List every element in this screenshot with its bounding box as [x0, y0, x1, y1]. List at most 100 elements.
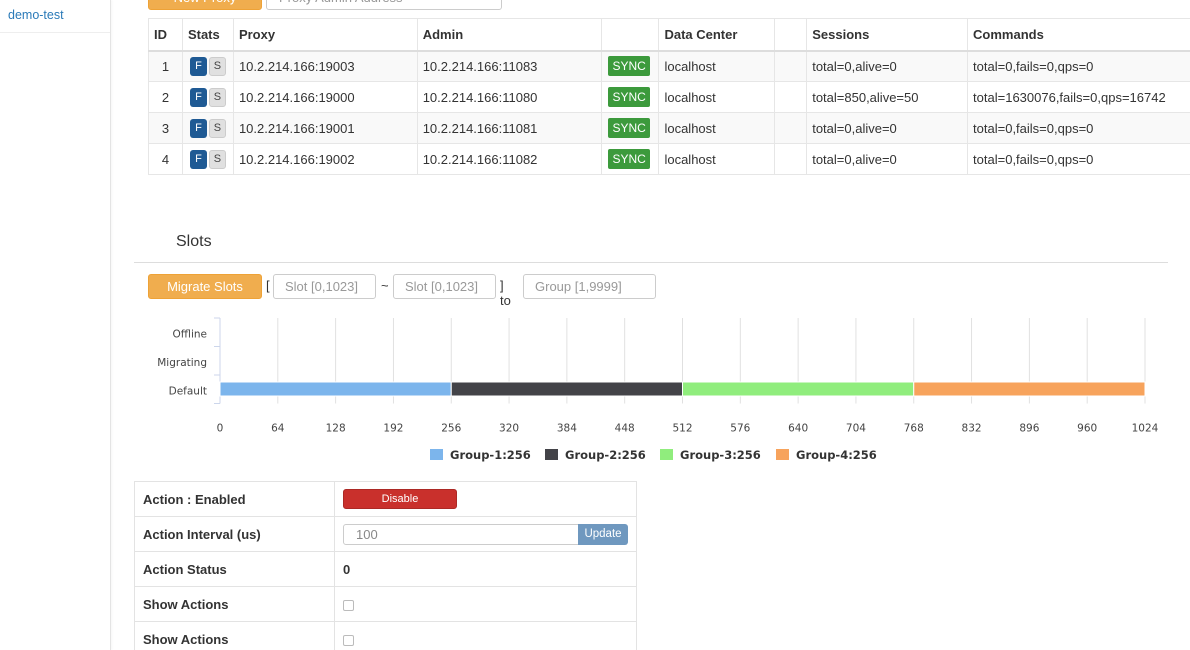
show-actions-row: Show Actions — [134, 586, 637, 622]
legend-swatch — [430, 449, 443, 460]
data-center: localhost — [658, 81, 776, 113]
action-interval-cell: 100 Update — [334, 516, 637, 552]
legend-swatch — [660, 449, 673, 460]
proxy-admin-address-input[interactable]: Proxy Admin Address — [266, 0, 502, 10]
actions-table: Action : Enabled Disable Action Interval… — [134, 481, 637, 650]
x-tick-label: 960 — [1077, 423, 1097, 435]
x-tick-label: 448 — [615, 423, 635, 435]
stats-f-button[interactable]: F — [189, 149, 207, 169]
stats-f-button[interactable]: F — [189, 87, 207, 107]
column-header-commands: Commands — [967, 18, 1190, 52]
open-bracket-label: [ — [266, 278, 270, 293]
show-actions-label: Show Actions — [134, 586, 335, 622]
column-header-blank — [774, 18, 808, 52]
slots-divider — [134, 262, 1168, 263]
status-cell: SYNC — [601, 50, 660, 82]
x-tick-label: 640 — [788, 423, 808, 435]
status-cell: SYNC — [601, 143, 660, 175]
sidebar-item-demo-test[interactable]: demo-test — [0, 0, 110, 33]
sync-button[interactable]: SYNC — [608, 149, 650, 169]
admin-address: 10.2.214.166:11083 — [416, 50, 603, 82]
show-actions-checkbox[interactable] — [343, 634, 354, 646]
legend-label: Group-4:256 — [796, 448, 877, 462]
stats-cell: FS — [181, 50, 234, 82]
table-row: 1 FS 10.2.214.166:19003 10.2.214.166:110… — [148, 50, 1190, 82]
column-header-data-center: Data Center — [658, 18, 776, 52]
column-header-proxy: Proxy — [232, 18, 418, 52]
table-row: 3 FS 10.2.214.166:19001 10.2.214.166:110… — [148, 112, 1190, 144]
legend-swatch — [545, 449, 558, 460]
disable-button[interactable]: Disable — [343, 489, 457, 509]
column-header-id: ID — [148, 18, 183, 52]
action-enabled-row: Action : Enabled Disable — [134, 481, 637, 517]
action-enabled-cell: Disable — [334, 481, 637, 517]
x-tick-label: 512 — [672, 423, 692, 435]
action-interval-input[interactable]: 100 — [343, 523, 579, 545]
stats-f-button[interactable]: F — [189, 56, 207, 76]
table-header-row: ID Stats Proxy Admin Data Center Session… — [148, 18, 1190, 52]
proxy-id: 4 — [148, 143, 183, 175]
table-row: 4 FS 10.2.214.166:19002 10.2.214.166:110… — [148, 143, 1190, 175]
sync-button[interactable]: SYNC — [608, 87, 650, 107]
legend-label: Group-3:256 — [680, 448, 761, 462]
legend-swatch — [776, 449, 789, 460]
y-tick-label: Default — [169, 385, 207, 397]
action-enabled-label: Action : Enabled — [134, 481, 335, 517]
proxy-id: 2 — [148, 81, 183, 113]
show-actions-cell — [334, 621, 637, 650]
x-tick-label: 64 — [271, 423, 285, 435]
stats-f-button[interactable]: F — [189, 118, 207, 138]
column-header-sessions: Sessions — [806, 18, 969, 52]
x-tick-label: 768 — [904, 423, 924, 435]
status-cell: SYNC — [601, 81, 660, 113]
show-actions-label: Show Actions — [134, 621, 335, 650]
legend-label: Group-2:256 — [565, 448, 646, 462]
proxy-address: 10.2.214.166:19001 — [232, 112, 418, 144]
bar-segment — [682, 381, 915, 397]
table-row: 2 FS 10.2.214.166:19000 10.2.214.166:110… — [148, 81, 1190, 113]
group-input[interactable]: Group [1,9999] — [523, 274, 656, 299]
blank-cell — [774, 81, 808, 113]
sync-button[interactable]: SYNC — [608, 56, 650, 77]
column-header-stats: Stats — [181, 18, 234, 52]
stats-s-button[interactable]: S — [208, 56, 226, 76]
x-tick-label: 128 — [326, 423, 346, 435]
x-tick-label: 384 — [557, 423, 577, 435]
chart-legend: Group-1:256 Group-2:256 Group-3:256 Group-4… — [430, 448, 877, 462]
sessions: total=0,alive=0 — [806, 50, 969, 82]
stats-cell: FS — [181, 143, 234, 175]
to-label: ] to — [500, 278, 511, 308]
action-status-row: Action Status 0 — [134, 551, 637, 587]
show-actions-cell — [334, 586, 637, 622]
migrate-slots-button[interactable]: Migrate Slots — [148, 274, 262, 299]
blank-cell — [774, 112, 808, 144]
y-tick-label: Offline — [173, 328, 207, 340]
proxy-table: ID Stats Proxy Admin Data Center Session… — [148, 18, 1190, 175]
action-interval-label: Action Interval (us) — [134, 516, 335, 552]
x-tick-label: 704 — [846, 423, 866, 435]
x-tick-label: 192 — [383, 423, 403, 435]
stats-s-button[interactable]: S — [208, 118, 226, 138]
slots-chart: Offline Migrating Default 0 64 128 192 256 320 3… — [157, 317, 1159, 462]
column-header-status — [601, 18, 660, 52]
sessions: total=850,alive=50 — [806, 81, 969, 113]
update-button[interactable]: Update — [578, 523, 628, 545]
stats-cell: FS — [181, 112, 234, 144]
action-status-value: 0 — [334, 551, 637, 587]
show-actions-checkbox[interactable] — [343, 599, 354, 611]
status-cell: SYNC — [601, 112, 660, 144]
legend-label: Group-1:256 — [450, 448, 531, 462]
stats-s-button[interactable]: S — [208, 149, 226, 169]
new-proxy-button[interactable]: New Proxy — [148, 0, 262, 10]
proxy-address: 10.2.214.166:19000 — [232, 81, 418, 113]
slot-from-input[interactable]: Slot [0,1023] — [273, 274, 376, 299]
stats-s-button[interactable]: S — [208, 87, 226, 107]
proxy-address: 10.2.214.166:19003 — [232, 50, 418, 82]
stats-cell: FS — [181, 81, 234, 113]
slot-to-input[interactable]: Slot [0,1023] — [393, 274, 496, 299]
sync-button[interactable]: SYNC — [608, 118, 650, 138]
data-center: localhost — [658, 143, 776, 175]
x-tick-label: 0 — [217, 423, 224, 435]
commands: total=0,fails=0,qps=0 — [967, 50, 1190, 82]
column-header-admin: Admin — [416, 18, 603, 52]
